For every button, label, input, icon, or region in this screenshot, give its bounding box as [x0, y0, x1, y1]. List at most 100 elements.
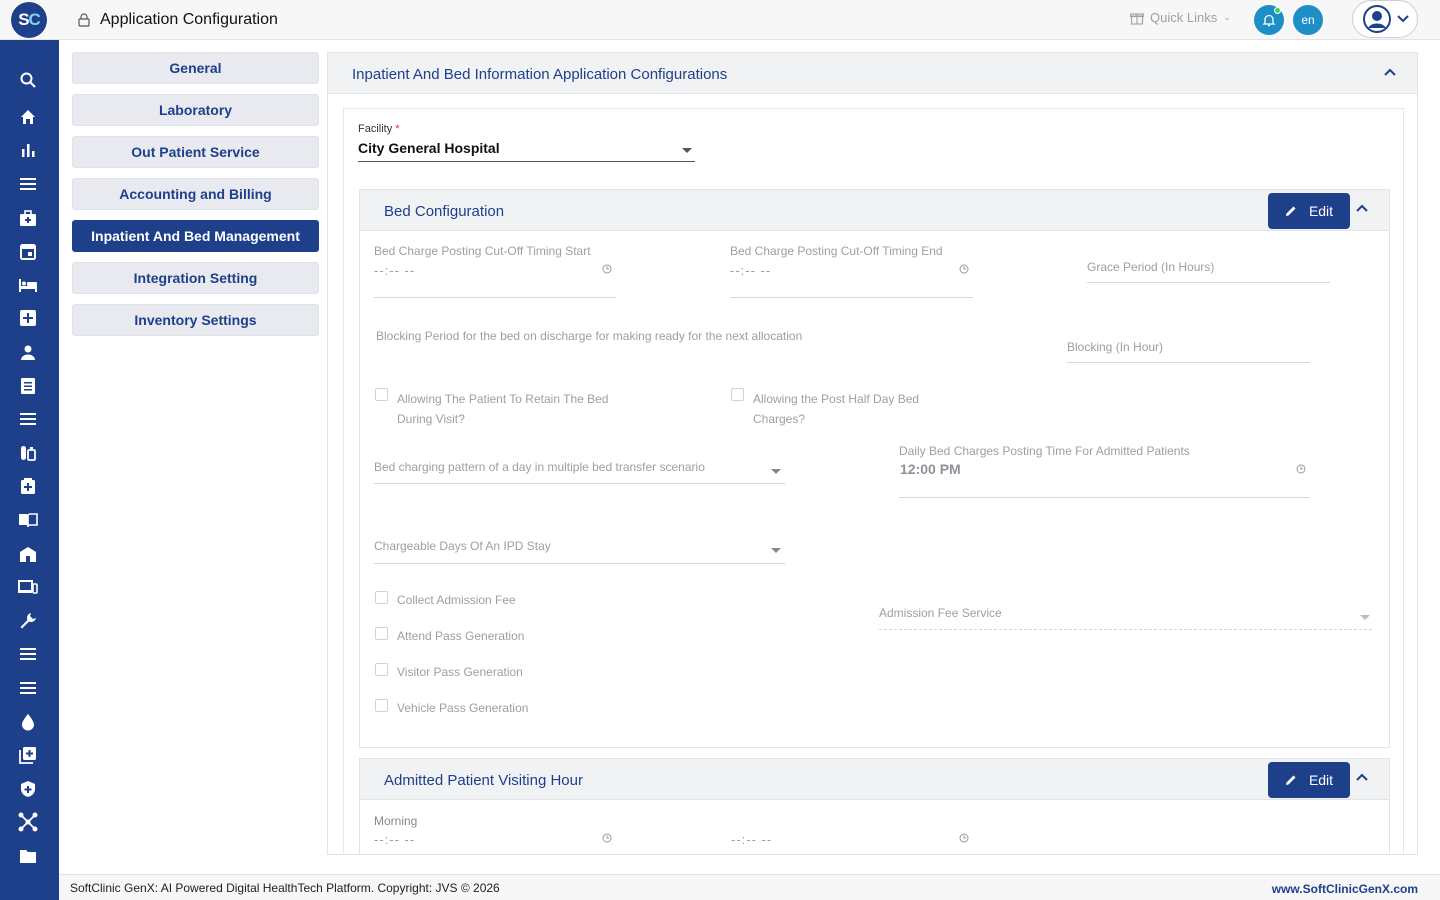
shield-icon[interactable] — [18, 779, 38, 799]
chevron-down-icon: ⌄ — [1223, 12, 1231, 22]
section-header: Admitted Patient Visiting Hour Edit — [360, 759, 1389, 800]
devices-icon[interactable] — [18, 577, 38, 597]
post-half-day-checkbox[interactable] — [731, 388, 744, 401]
chevron-down-icon — [1397, 15, 1409, 23]
top-bar: SC Application Configuration Quick Links… — [0, 0, 1440, 40]
nav-inventory-settings[interactable]: Inventory Settings — [72, 304, 319, 336]
book-icon[interactable] — [18, 510, 38, 530]
medical-bag-icon[interactable] — [18, 208, 38, 228]
morning-start-input[interactable]: --:-- -- — [374, 832, 415, 847]
retain-bed-checkbox[interactable] — [375, 388, 388, 401]
network-icon[interactable] — [18, 812, 38, 832]
chargeable-days-select[interactable]: Chargeable Days Of An IPD Stay — [374, 539, 551, 553]
cutoff-end-input[interactable]: --:-- -- — [730, 263, 771, 278]
drop-icon[interactable] — [18, 712, 38, 732]
app-logo[interactable]: SC — [11, 2, 47, 38]
morning-end-input[interactable]: --:-- -- — [731, 832, 772, 847]
panel-body: Facility * City General Hospital Bed Con… — [343, 108, 1404, 854]
chevron-up-icon[interactable] — [1355, 201, 1369, 215]
pencil-icon — [1285, 775, 1296, 785]
grace-period-input[interactable]: Grace Period (In Hours) — [1087, 260, 1214, 274]
bar-chart-icon[interactable] — [18, 140, 38, 160]
field-underline — [374, 563, 785, 564]
quick-links-label: Quick Links — [1150, 10, 1218, 25]
website-link[interactable]: www.SoftClinicGenX.com — [1272, 882, 1418, 896]
nav-out-patient-service[interactable]: Out Patient Service — [72, 136, 319, 168]
cutoff-end-label: Bed Charge Posting Cut-Off Timing End — [730, 244, 943, 258]
clock-icon[interactable] — [959, 264, 969, 274]
facility-select[interactable]: City General Hospital — [358, 140, 500, 156]
section-title: Admitted Patient Visiting Hour — [384, 772, 583, 789]
blocking-hour-input[interactable]: Blocking (In Hour) — [1067, 340, 1163, 354]
add-box-icon[interactable] — [18, 745, 38, 765]
edit-button[interactable]: Edit — [1268, 762, 1350, 798]
visitor-pass-checkbox[interactable] — [375, 663, 388, 676]
home-icon[interactable] — [18, 107, 38, 127]
vehicle-pass-label: Vehicle Pass Generation — [397, 701, 529, 715]
config-category-nav: General Laboratory Out Patient Service A… — [72, 52, 319, 346]
collect-admission-fee-checkbox[interactable] — [375, 591, 388, 604]
chevron-up-icon[interactable] — [1383, 65, 1397, 79]
calendar-icon[interactable] — [18, 241, 38, 261]
nav-general[interactable]: General — [72, 52, 319, 84]
first-aid-icon[interactable] — [18, 476, 38, 496]
nav-laboratory[interactable]: Laboratory — [72, 94, 319, 126]
daily-posting-time-input[interactable]: 12:00 PM — [900, 461, 961, 477]
field-underline — [1067, 362, 1310, 363]
document-icon[interactable] — [18, 376, 38, 396]
vehicle-pass-checkbox[interactable] — [375, 699, 388, 712]
footer: SoftClinic GenX: AI Powered Digital Heal… — [59, 874, 1440, 900]
bed-icon[interactable] — [18, 275, 38, 295]
menu-icon[interactable] — [18, 174, 38, 194]
list-icon[interactable] — [18, 678, 38, 698]
nav-accounting-and-billing[interactable]: Accounting and Billing — [72, 178, 319, 210]
wrench-icon[interactable] — [18, 611, 38, 631]
list-icon[interactable] — [18, 409, 38, 429]
quick-links-button[interactable]: Quick Links ⌄ — [1130, 10, 1231, 25]
nav-inpatient-and-bed-management[interactable]: Inpatient And Bed Management — [72, 220, 319, 252]
language-button[interactable]: en — [1293, 5, 1323, 35]
attend-pass-checkbox[interactable] — [375, 627, 388, 640]
chevron-up-icon[interactable] — [1355, 770, 1369, 784]
field-underline — [374, 297, 616, 298]
admission-fee-service-select[interactable]: Admission Fee Service — [879, 606, 1002, 620]
edit-button[interactable]: Edit — [1268, 193, 1350, 229]
cutoff-start-input[interactable]: --:-- -- — [374, 263, 415, 278]
hospital-icon[interactable] — [18, 544, 38, 564]
nav-integration-setting[interactable]: Integration Setting — [72, 262, 319, 294]
user-menu-button[interactable] — [1352, 0, 1418, 38]
facility-underline — [358, 161, 695, 162]
pencil-icon — [1285, 206, 1296, 216]
page-title: Application Configuration — [100, 11, 278, 28]
menu-icon[interactable] — [18, 644, 38, 664]
medicine-icon[interactable] — [18, 443, 38, 463]
field-underline — [899, 497, 1310, 498]
bell-icon — [1262, 14, 1276, 27]
collect-admission-fee-label: Collect Admission Fee — [397, 593, 516, 607]
clock-icon[interactable] — [1296, 464, 1306, 474]
chevron-down-icon[interactable] — [1360, 615, 1370, 620]
lock-icon — [78, 13, 90, 27]
chevron-down-icon[interactable] — [771, 469, 781, 474]
panel-header: Inpatient And Bed Information Applicatio… — [328, 53, 1417, 94]
chevron-down-icon[interactable] — [682, 148, 692, 153]
post-half-day-label: Allowing the Post Half Day Bed Charges? — [753, 392, 920, 426]
plus-box-icon[interactable] — [18, 308, 38, 328]
bed-charging-pattern-select[interactable]: Bed charging pattern of a day in multipl… — [374, 460, 705, 474]
folder-icon[interactable] — [18, 846, 38, 866]
notification-button[interactable] — [1254, 5, 1284, 35]
chevron-down-icon[interactable] — [771, 548, 781, 553]
clock-icon[interactable] — [602, 264, 612, 274]
gift-icon — [1130, 12, 1144, 25]
clock-icon[interactable] — [602, 833, 612, 843]
online-status-dot — [1274, 7, 1281, 14]
morning-label: Morning — [374, 814, 418, 828]
panel-title: Inpatient And Bed Information Applicatio… — [352, 66, 728, 83]
search-icon[interactable] — [18, 70, 38, 90]
clock-icon[interactable] — [959, 833, 969, 843]
field-underline — [879, 629, 1372, 630]
visitor-pass-label: Visitor Pass Generation — [397, 665, 523, 679]
config-panel: Inpatient And Bed Information Applicatio… — [327, 52, 1418, 855]
copyright-text: SoftClinic GenX: AI Powered Digital Heal… — [70, 881, 500, 895]
person-icon[interactable] — [18, 342, 38, 362]
